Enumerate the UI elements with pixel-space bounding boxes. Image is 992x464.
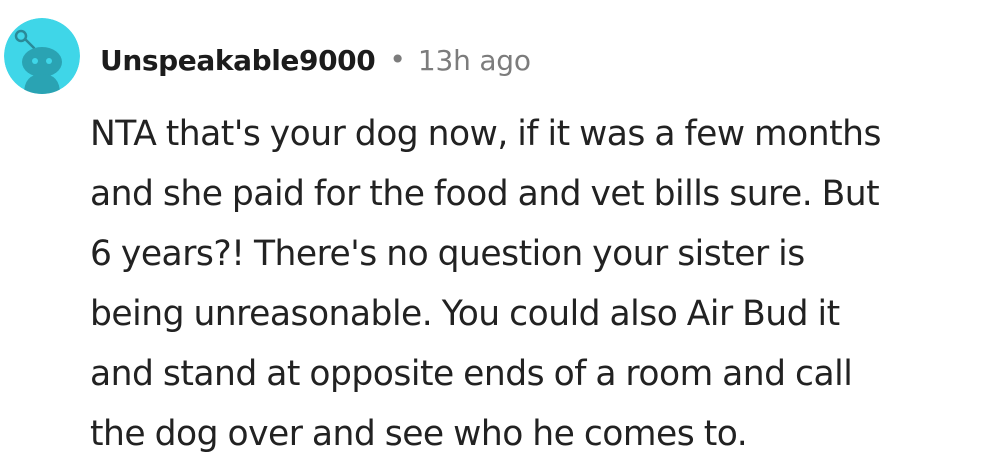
author-username[interactable]: Unspeakable9000 [100,44,376,77]
avatar[interactable] [4,18,80,94]
comment-meta: Unspeakable9000 • 13h ago [100,38,531,82]
separator-dot: • [389,43,406,76]
comment-body-line: being unreasonable. You could also Air B… [90,294,840,334]
timestamp[interactable]: 13h ago [418,44,531,77]
comment-body-line: and she paid for the food and vet bills … [90,174,880,214]
reddit-snoo-avatar-icon [4,18,80,94]
comment-body-line: and stand at opposite ends of a room and… [90,354,853,394]
comment-body-line: 6 years?! There's no question your siste… [90,234,805,274]
comment-body: NTA that's your dog now, if it was a few… [90,104,985,464]
comment-body-line: the dog over and see who he comes to. [90,414,748,454]
comment: Unspeakable9000 • 13h ago NTA that's you… [0,0,992,464]
comment-body-line: NTA that's your dog now, if it was a few… [90,114,881,154]
